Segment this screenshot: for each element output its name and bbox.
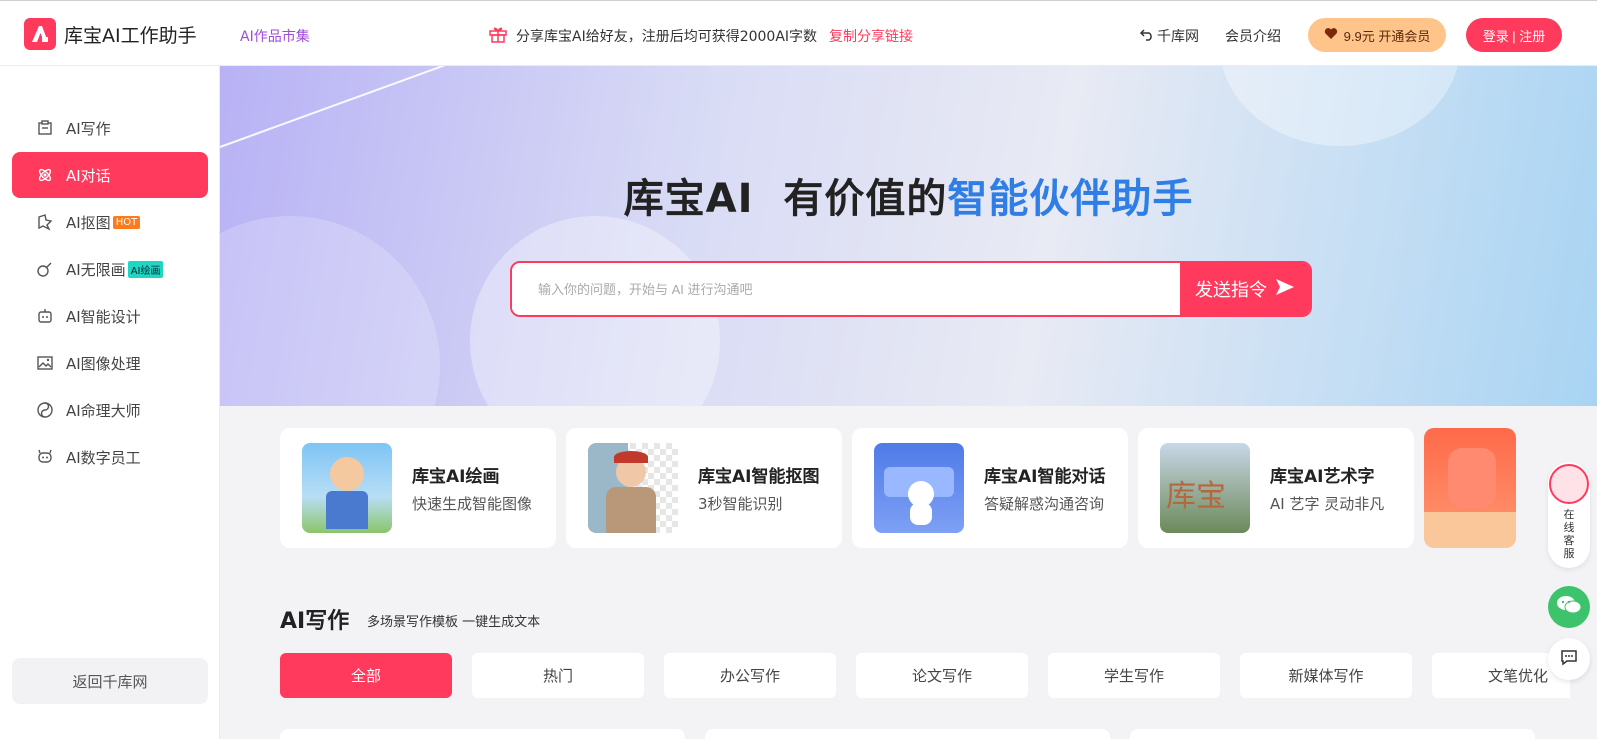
chat-thumbnail: [874, 443, 964, 533]
heart-icon: [1324, 27, 1338, 43]
wechat-icon: [1556, 594, 1582, 620]
card-desc: 答疑解惑沟通咨询: [984, 495, 1105, 513]
member-intro-link[interactable]: 会员介绍: [1225, 26, 1281, 46]
cutout-thumbnail: [588, 443, 678, 533]
card-title: 库宝AI艺术字: [1270, 467, 1375, 487]
decor-circle: [1220, 66, 1460, 146]
hero-title-highlight: 智能伙伴助手: [947, 176, 1194, 222]
cutout-icon: [36, 213, 54, 231]
avatar: [1549, 464, 1589, 504]
writing-icon: [36, 119, 54, 137]
section-title: AI写作: [280, 609, 350, 634]
fortune-icon: [36, 401, 54, 419]
tab-paper-writing[interactable]: 论文写作: [856, 653, 1028, 698]
share-text: 分享库宝AI给好友，注册后均可获得2000AI字数: [516, 29, 818, 45]
tab-hot[interactable]: 热门: [472, 653, 644, 698]
tab-office-writing[interactable]: 办公写作: [664, 653, 836, 698]
sidebar-item-ai-chat[interactable]: AI对话: [12, 152, 208, 198]
sidebar: AI写作 AI对话 AI抠图 HOT AI无限画 AI绘画 AI智能设计 AI图…: [0, 66, 220, 739]
tab-all[interactable]: 全部: [280, 653, 452, 698]
card-title: 库宝AI智能对话: [984, 467, 1106, 487]
message-button[interactable]: [1548, 638, 1590, 680]
login-register-button[interactable]: 登录 | 注册: [1466, 18, 1562, 52]
feature-card-ai-art-text[interactable]: 库宝 库宝AI艺术字 AI 艺字 灵动非凡: [1138, 428, 1414, 548]
online-customer-service[interactable]: 在线客服: [1548, 462, 1590, 568]
send-command-button[interactable]: 发送指令: [1180, 263, 1310, 315]
share-banner: 分享库宝AI给好友，注册后均可获得2000AI字数 复制分享链接: [488, 24, 913, 48]
art-text-sample: 库宝: [1166, 479, 1226, 514]
top-header: 库宝AI工作助手 AI作品市集 分享库宝AI给好友，注册后均可获得2000AI字…: [0, 0, 1597, 66]
robot-icon: [36, 307, 54, 325]
category-tabs: 全部 热门 办公写作 论文写作 学生写作 新媒体写作 文笔优化: [280, 653, 1570, 698]
sidebar-item-ai-image-processing[interactable]: AI图像处理: [12, 340, 208, 386]
send-arrow-icon: [1275, 277, 1295, 302]
message-icon: [1560, 648, 1578, 670]
sidebar-item-ai-digital-worker[interactable]: AI数字员工: [12, 434, 208, 480]
feature-card-ai-chat[interactable]: 库宝AI智能对话 答疑解惑沟通咨询: [852, 428, 1128, 548]
template-card[interactable]: [705, 729, 1110, 739]
art-text-thumbnail: 库宝: [1160, 443, 1250, 533]
search-box: 发送指令: [510, 261, 1312, 317]
painting-thumbnail: [302, 443, 392, 533]
template-card[interactable]: [280, 729, 685, 739]
market-link[interactable]: AI作品市集: [240, 26, 310, 46]
ai-draw-badge: AI绘画: [127, 260, 164, 278]
card-desc: 快速生成智能图像: [412, 495, 533, 513]
logo-icon[interactable]: [24, 18, 56, 50]
back-to-qianku-button[interactable]: 返回千库网: [12, 658, 208, 704]
card-desc: AI 艺字 灵动非凡: [1270, 495, 1385, 513]
sidebar-item-ai-design[interactable]: AI智能设计: [12, 293, 208, 339]
hero-banner: 库宝AI 有价值的智能伙伴助手 发送指令: [220, 66, 1597, 406]
decor-circle: [220, 216, 440, 406]
paint-icon: [36, 260, 54, 278]
vip-button[interactable]: 9.9元 开通会员: [1308, 18, 1446, 52]
sidebar-item-ai-cutout[interactable]: AI抠图 HOT: [12, 199, 208, 245]
wechat-button[interactable]: [1548, 586, 1590, 628]
card-title: 库宝AI绘画: [412, 467, 500, 487]
brand-name[interactable]: 库宝AI工作助手: [64, 21, 197, 48]
gift-icon: [488, 24, 508, 48]
sidebar-item-ai-writing[interactable]: AI写作: [12, 105, 208, 151]
section-subtitle: 多场景写作模板 一键生成文本: [367, 615, 541, 630]
digital-worker-icon: [36, 448, 54, 466]
return-icon: [1139, 27, 1154, 45]
customer-service-label: 在线客服: [1563, 508, 1575, 560]
sidebar-item-ai-infinite-paint[interactable]: AI无限画 AI绘画: [12, 246, 208, 292]
fist-icon: [1448, 448, 1496, 508]
copy-share-link[interactable]: 复制分享链接: [829, 26, 913, 46]
tab-new-media-writing[interactable]: 新媒体写作: [1240, 653, 1412, 698]
sidebar-item-ai-fortune[interactable]: AI命理大师: [12, 387, 208, 433]
feature-card-ai-painting[interactable]: 库宝AI绘画 快速生成智能图像: [280, 428, 556, 548]
template-cards-peek: [280, 729, 1540, 739]
card-title: 库宝AI智能抠图: [698, 467, 820, 487]
qianku-link[interactable]: 千库网: [1139, 26, 1199, 46]
decor-line: [220, 66, 484, 148]
feature-card-ai-cutout[interactable]: 库宝AI智能抠图 3秒智能识别: [566, 428, 842, 548]
card-desc: 3秒智能识别: [698, 495, 783, 513]
hero-title: 库宝AI 有价值的智能伙伴助手: [623, 176, 1194, 222]
tab-student-writing[interactable]: 学生写作: [1048, 653, 1220, 698]
chat-atom-icon: [36, 166, 54, 184]
hot-badge: HOT: [112, 215, 141, 229]
question-input[interactable]: [512, 263, 1180, 315]
feature-card-row: 库宝AI绘画 快速生成智能图像 库宝AI智能抠图 3秒智能识别 库宝AI智能对话…: [280, 428, 1545, 548]
template-card[interactable]: [1130, 729, 1535, 739]
image-icon: [36, 354, 54, 372]
feature-card-partial[interactable]: [1424, 428, 1516, 548]
